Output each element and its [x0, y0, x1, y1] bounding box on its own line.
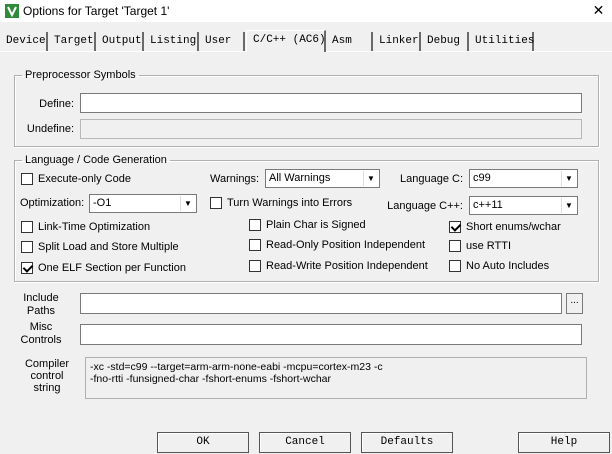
language-cpp-label: Language C++: [387, 200, 463, 212]
language-cpp-select[interactable]: c++11 ▼ [469, 196, 578, 215]
tab-strip: Device Target Output Listing User C/C++ … [0, 30, 612, 52]
tab-device[interactable]: Device [2, 32, 48, 51]
include-label-line2: Paths [26, 305, 56, 317]
tab-output[interactable]: Output [98, 32, 144, 51]
title-bar: Options for Target 'Target 1' ✕ [0, 0, 612, 22]
use-rtti-checkbox[interactable] [449, 240, 461, 252]
no-auto-includes-checkbox[interactable] [449, 260, 461, 272]
preprocessor-legend: Preprocessor Symbols [25, 69, 136, 81]
ro-pos-checkbox[interactable] [249, 239, 261, 251]
execute-only-label: Execute-only Code [38, 173, 131, 185]
ro-pos-label: Read-Only Position Independent [266, 239, 425, 251]
warnings-select[interactable]: All Warnings ▼ [265, 169, 380, 188]
tab-user[interactable]: User [201, 32, 245, 51]
app-icon [5, 4, 19, 18]
browse-include-button[interactable]: ... [566, 293, 583, 314]
rw-pos-checkbox[interactable] [249, 260, 261, 272]
compiler-string-line1: -xc -std=c99 --target=arm-arm-none-eabi … [90, 361, 383, 373]
compiler-string-line2: -fno-rtti -funsigned-char -fshort-enums … [90, 373, 331, 385]
turn-warnings-checkbox[interactable] [210, 197, 222, 209]
compiler-label-line2: control [30, 370, 64, 382]
misc-label-line2: Controls [20, 334, 62, 346]
compiler-control-label: Compiler control string [14, 358, 80, 394]
plain-char-label: Plain Char is Signed [266, 219, 366, 231]
tab-debug[interactable]: Debug [423, 32, 469, 51]
execute-only-checkbox[interactable] [21, 173, 33, 185]
language-cpp-value: c++11 [473, 199, 503, 211]
misc-label-line1: Misc [29, 321, 53, 333]
optimization-value: -O1 [93, 197, 112, 209]
defaults-button[interactable]: Defaults [361, 432, 453, 453]
compiler-label-line3: string [33, 382, 61, 394]
cancel-button[interactable]: Cancel [259, 432, 351, 453]
misc-controls-input[interactable] [80, 324, 582, 345]
one-elf-checkbox[interactable] [21, 262, 33, 274]
misc-controls-label: Misc Controls [14, 321, 68, 347]
chevron-down-icon: ▼ [561, 171, 576, 186]
language-c-label: Language C: [400, 173, 463, 185]
ok-button[interactable]: OK [157, 432, 249, 453]
undefine-label: Undefine: [26, 123, 74, 135]
turn-warnings-label: Turn Warnings into Errors [227, 197, 353, 209]
warnings-label: Warnings: [210, 173, 260, 185]
chevron-down-icon: ▼ [180, 196, 195, 211]
tab-cc-ac6[interactable]: C/C++ (AC6) [246, 30, 326, 52]
undefine-input[interactable] [80, 119, 582, 139]
link-time-checkbox[interactable] [21, 221, 33, 233]
close-button[interactable]: ✕ [585, 0, 612, 22]
include-label-line1: Include [23, 292, 59, 304]
short-enums-checkbox[interactable] [449, 221, 461, 233]
help-button[interactable]: Help [518, 432, 610, 453]
define-input[interactable] [80, 93, 582, 113]
tab-linker[interactable]: Linker [375, 32, 421, 51]
one-elf-label: One ELF Section per Function [38, 262, 186, 274]
language-c-value: c99 [473, 172, 491, 184]
tab-listing[interactable]: Listing [146, 32, 199, 51]
include-paths-input[interactable] [80, 293, 562, 314]
optimization-label: Optimization: [20, 197, 85, 209]
plain-char-checkbox[interactable] [249, 219, 261, 231]
tab-target[interactable]: Target [50, 32, 96, 51]
language-c-select[interactable]: c99 ▼ [469, 169, 578, 188]
tab-utilities[interactable]: Utilities [471, 32, 534, 51]
split-load-checkbox[interactable] [21, 241, 33, 253]
optimization-select[interactable]: -O1 ▼ [89, 194, 197, 213]
chevron-down-icon: ▼ [561, 198, 576, 213]
no-auto-includes-label: No Auto Includes [466, 260, 550, 272]
chevron-down-icon: ▼ [363, 171, 378, 186]
link-time-label: Link-Time Optimization [38, 221, 151, 233]
rw-pos-label: Read-Write Position Independent [266, 260, 428, 272]
window-title: Options for Target 'Target 1' [23, 4, 170, 18]
compiler-control-string[interactable]: -xc -std=c99 --target=arm-arm-none-eabi … [85, 357, 587, 399]
use-rtti-label: use RTTI [466, 240, 512, 252]
tab-asm[interactable]: Asm [328, 32, 373, 51]
split-load-label: Split Load and Store Multiple [38, 241, 179, 253]
short-enums-label: Short enums/wchar [466, 221, 561, 233]
compiler-label-line1: Compiler [24, 358, 69, 370]
include-paths-label: Include Paths [14, 292, 68, 318]
define-label: Define: [39, 98, 74, 110]
language-legend: Language / Code Generation [25, 154, 167, 166]
warnings-value: All Warnings [269, 172, 331, 184]
